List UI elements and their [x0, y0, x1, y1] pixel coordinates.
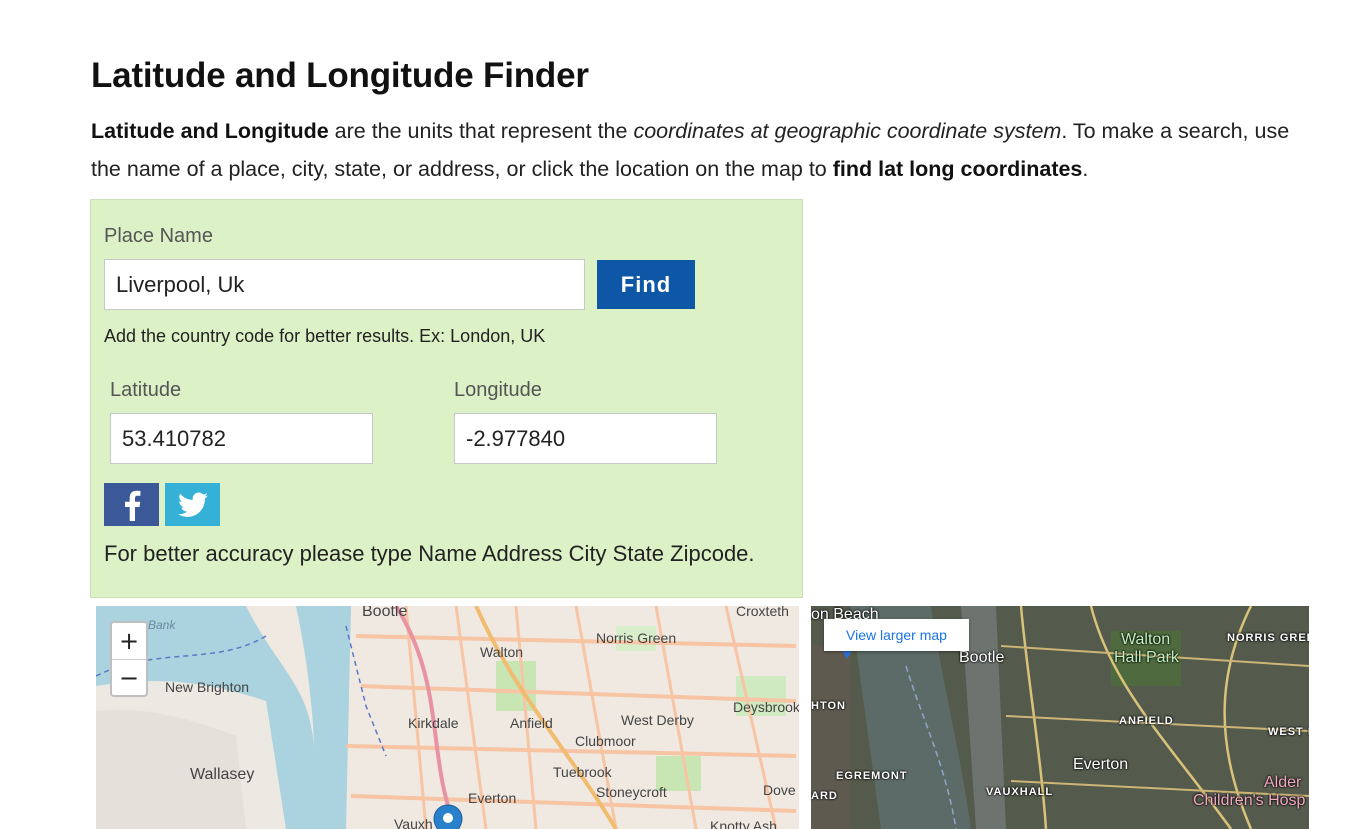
zoom-control: + − — [110, 621, 148, 697]
zoom-out-button[interactable]: − — [112, 660, 146, 696]
map-label-knotty-ash: Knotty Ash — [710, 818, 777, 829]
intro-text-1: are the units that represent the — [328, 119, 634, 143]
intro-paragraph: Latitude and Longitude are the units tha… — [91, 112, 1321, 188]
place-name-input[interactable] — [104, 259, 585, 310]
facebook-icon — [124, 490, 140, 521]
sat-label-egremont: EGREMONT — [836, 770, 908, 782]
map-label-stoneycroft: Stoneycroft — [596, 784, 667, 800]
sat-label-childrens-hosp: Children's Hosp — [1193, 792, 1306, 809]
map-label-walton: Walton — [480, 644, 524, 660]
map-label-vauxhall: Vauxh — [394, 816, 433, 829]
map-label-croxteth: Croxteth — [736, 606, 789, 619]
sat-label-hall-park: Hall Park — [1114, 649, 1179, 666]
zoom-in-button[interactable]: + — [112, 623, 146, 660]
map-label-kirkdale: Kirkdale — [408, 715, 459, 731]
satellite-map[interactable]: on Beach Bootle Walton Hall Park NORRIS … — [811, 606, 1309, 829]
sat-label-norris-green: NORRIS GREE — [1227, 632, 1309, 644]
latitude-label: Latitude — [110, 379, 182, 401]
sat-label-west: WEST I — [1268, 726, 1309, 738]
place-name-label: Place Name — [104, 225, 213, 247]
twitter-icon — [177, 492, 208, 517]
view-larger-map-link[interactable]: View larger map — [824, 619, 969, 651]
intro-bold-tail: find lat long coordinates — [832, 157, 1083, 181]
sat-label-hton: HTON — [811, 700, 846, 712]
accuracy-note: For better accuracy please type Name Add… — [104, 541, 755, 566]
facebook-share-button[interactable] — [104, 483, 159, 526]
longitude-field[interactable] — [454, 413, 717, 464]
sat-label-ard: ARD — [811, 790, 838, 802]
find-button[interactable]: Find — [597, 260, 695, 309]
map-label-dove: Dove — [763, 782, 796, 798]
longitude-label: Longitude — [454, 379, 542, 401]
sat-label-walton: Walton — [1121, 631, 1171, 648]
map-label-deysbrook: Deysbrook — [733, 699, 799, 715]
sat-label-anfield: ANFIELD — [1119, 715, 1174, 727]
intro-italic: coordinates at geographic coordinate sys… — [633, 119, 1062, 143]
page-title: Latitude and Longitude Finder — [91, 56, 589, 95]
map-label-everton: Everton — [468, 790, 517, 806]
map-label-clubmoor: Clubmoor — [575, 733, 636, 749]
sat-label-alder: Alder — [1264, 774, 1302, 791]
map-label-norris-green: Norris Green — [596, 630, 677, 646]
map-label-bank: Bank — [148, 618, 176, 632]
sat-label-bootle: Bootle — [959, 649, 1005, 666]
map-label-tuebrook: Tuebrook — [553, 764, 612, 780]
latitude-field[interactable] — [110, 413, 373, 464]
intro-end: . — [1082, 157, 1089, 181]
search-panel: Place Name Find Add the country code for… — [90, 199, 803, 598]
sat-label-vauxhall: VAUXHALL — [986, 786, 1054, 798]
map-label-new-brighton: New Brighton — [165, 679, 250, 695]
intro-bold-lead: Latitude and Longitude — [91, 119, 329, 143]
map-label-wallasey: Wallasey — [190, 766, 255, 783]
street-map[interactable]: Bank Bootle Croxteth Norris Green Walton… — [96, 606, 799, 829]
map-label-anfield: Anfield — [510, 715, 553, 731]
twitter-share-button[interactable] — [165, 483, 220, 526]
location-marker-icon[interactable] — [432, 803, 464, 829]
country-code-hint: Add the country code for better results.… — [104, 326, 546, 346]
map-label-west-derby: West Derby — [621, 712, 694, 728]
sat-label-everton: Everton — [1073, 756, 1129, 773]
map-label-bootle: Bootle — [362, 606, 408, 620]
